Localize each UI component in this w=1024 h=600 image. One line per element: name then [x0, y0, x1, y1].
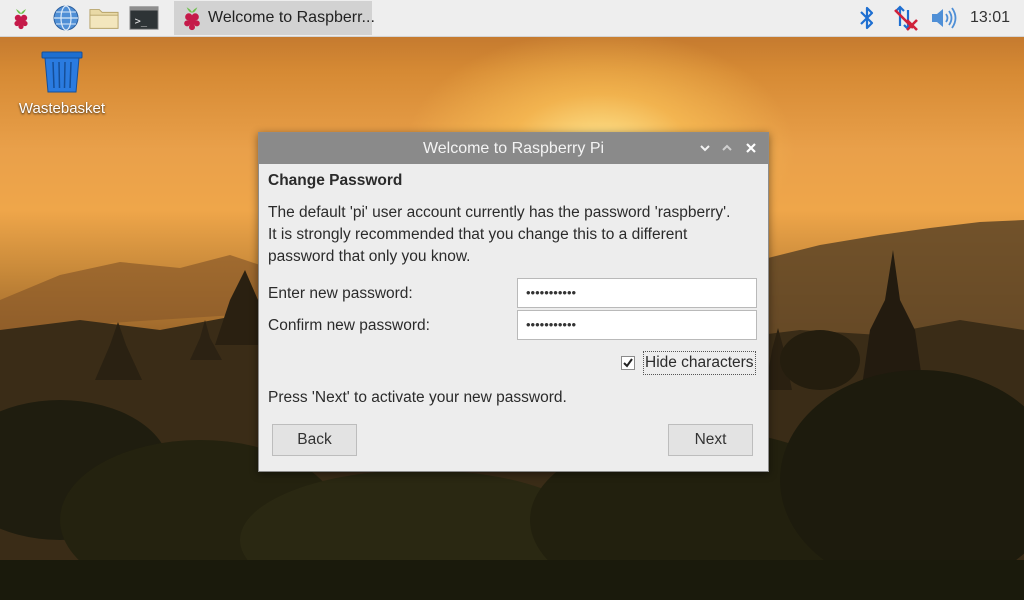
terminal-icon[interactable]: >_: [129, 3, 159, 33]
desktop-icon-wastebasket[interactable]: Wastebasket: [12, 50, 112, 117]
trash-icon: [12, 50, 112, 98]
dialog-title: Welcome to Raspberry Pi: [422, 140, 605, 157]
confirm-password-field[interactable]: •••••••••••: [517, 310, 757, 340]
dialog-heading: Change Password: [268, 172, 403, 189]
dialog-titlebar[interactable]: Welcome to Raspberry Pi: [259, 133, 768, 164]
hide-characters-checkbox[interactable]: [621, 356, 635, 370]
back-button[interactable]: Back: [272, 424, 357, 456]
maximize-chevron-up-icon[interactable]: [718, 139, 736, 157]
raspberry-icon: [178, 3, 206, 37]
description-line: password that only you know.: [268, 248, 471, 265]
new-password-field[interactable]: •••••••••••: [517, 278, 757, 308]
checkmark-icon: [623, 358, 633, 368]
minimize-chevron-down-icon[interactable]: [696, 139, 714, 157]
globe-icon[interactable]: [51, 3, 81, 33]
clock[interactable]: 13:01: [970, 9, 1010, 27]
desktop-icon-label: Wastebasket: [18, 100, 106, 117]
description-line: It is strongly recommended that you chan…: [268, 226, 688, 243]
dialog-description: The default 'pi' user account currently …: [268, 202, 758, 268]
volume-icon[interactable]: [928, 3, 958, 33]
next-button[interactable]: Next: [668, 424, 753, 456]
close-icon[interactable]: [742, 139, 760, 157]
task-button-label: Welcome to Raspberr...: [208, 9, 375, 26]
raspberry-icon[interactable]: [6, 3, 36, 33]
new-password-label: Enter new password:: [268, 285, 413, 302]
taskbar: >_ Welcome to Raspberr... 13:01: [0, 0, 1024, 37]
welcome-dialog: Welcome to Raspberry Pi Change Password …: [258, 132, 769, 472]
confirm-password-label: Confirm new password:: [268, 317, 430, 334]
folder-icon[interactable]: [89, 3, 119, 33]
instruction-text: Press 'Next' to activate your new passwo…: [268, 389, 567, 406]
network-disconnected-icon[interactable]: [890, 3, 920, 33]
task-button-welcome[interactable]: Welcome to Raspberr...: [174, 1, 375, 37]
svg-text:>_: >_: [135, 16, 148, 28]
bluetooth-icon[interactable]: [852, 3, 882, 33]
description-line: The default 'pi' user account currently …: [268, 204, 731, 221]
hide-characters-toggle[interactable]: Hide characters: [621, 350, 756, 376]
hide-characters-label: Hide characters: [643, 351, 756, 375]
